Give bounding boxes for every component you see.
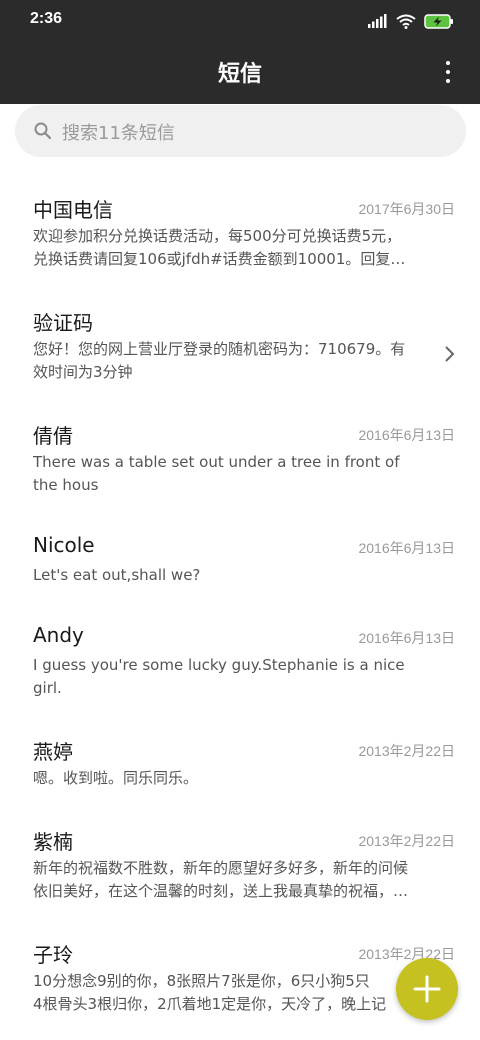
contact-name: Andy xyxy=(33,623,84,647)
conversation-item[interactable]: Nicole 2016年6月13日 Let's eat out,shall we… xyxy=(0,519,480,609)
message-preview: Let's eat out,shall we? xyxy=(33,564,438,587)
contact-name: Nicole xyxy=(33,533,95,557)
signal-icon xyxy=(368,14,387,28)
preview-line: 新年的祝福数不胜数，新年的愿望好多好多，新年的问候 xyxy=(33,859,409,877)
conversation-item[interactable]: 倩倩 2016年6月13日 There was a table set out … xyxy=(0,406,480,519)
contact-name: 燕婷 xyxy=(33,740,73,764)
page-title: 短信 xyxy=(217,62,262,87)
message-preview: There was a table set out under a tree i… xyxy=(33,451,438,497)
preview-line: 依旧美好，在这个温馨的时刻，送上我最真挚的祝福，… xyxy=(33,882,409,900)
more-vertical-icon-dot xyxy=(446,70,450,74)
more-vertical-icon-dot xyxy=(446,79,450,83)
message-date: 2017年6月30日 xyxy=(358,201,455,217)
preview-line: 欢迎参加积分兑换话费活动，每500分可兑换话费5元， xyxy=(33,227,402,245)
contact-name: 中国电信 xyxy=(33,198,113,222)
conversation-item[interactable]: 紫楠 2013年2月22日 新年的祝福数不胜数，新年的愿望好多好多，新年的问候 … xyxy=(0,812,480,925)
chevron-right-icon xyxy=(445,346,455,362)
contact-name: 验证码 xyxy=(33,311,93,335)
preview-line: Let's eat out,shall we? xyxy=(33,566,201,584)
message-date: 2016年6月13日 xyxy=(358,630,455,646)
search-input[interactable]: 搜索11条短信 xyxy=(62,119,175,145)
message-preview: 嗯。收到啦。同乐同乐。 xyxy=(33,767,438,790)
more-vertical-icon xyxy=(446,61,450,65)
message-preview: 新年的祝福数不胜数，新年的愿望好多好多，新年的问候 依旧美好，在这个温馨的时刻，… xyxy=(33,857,438,903)
plus-icon xyxy=(413,975,441,1003)
message-preview: 您好！您的网上营业厅登录的随机密码为：710679。有 效时间为3分钟 xyxy=(33,338,438,384)
search-icon xyxy=(34,122,52,140)
contact-name: 紫楠 xyxy=(33,830,73,854)
preview-line: girl. xyxy=(33,679,62,697)
preview-line: 10分想念9别的你，8张照片7张是你，6只小狗5只 xyxy=(33,972,370,990)
message-date: 2013年2月22日 xyxy=(358,833,455,849)
preview-line: I guess you're some lucky guy.Stephanie … xyxy=(33,656,405,674)
preview-line: the hous xyxy=(33,476,99,494)
conversation-item[interactable]: 验证码 您好！您的网上营业厅登录的随机密码为：710679。有 效时间为3分钟 xyxy=(0,293,480,406)
message-date: 2013年2月22日 xyxy=(358,743,455,759)
status-time: 2:36 xyxy=(30,10,63,27)
conversation-item[interactable]: 中国电信 2017年6月30日 欢迎参加积分兑换话费活动，每500分可兑换话费5… xyxy=(0,180,480,293)
wifi-icon xyxy=(396,14,416,29)
preview-line: 您好！您的网上营业厅登录的随机密码为：710679。有 xyxy=(33,340,406,358)
status-icons xyxy=(368,12,454,30)
more-options-button[interactable] xyxy=(438,56,458,88)
battery-charging-icon xyxy=(424,13,453,29)
status-bar: 2:36 xyxy=(0,0,480,40)
preview-line: 4根骨头3根归你，2爪着地1定是你，天冷了，晚上记 xyxy=(33,995,387,1013)
preview-line: 嗯。收到啦。同乐同乐。 xyxy=(33,769,199,787)
search-bar[interactable]: 搜索11条短信 xyxy=(15,105,466,157)
new-message-button[interactable] xyxy=(396,958,458,1020)
message-preview: 10分想念9别的你，8张照片7张是你，6只小狗5只 4根骨头3根归你，2爪着地1… xyxy=(33,970,438,1016)
preview-line: 效时间为3分钟 xyxy=(33,363,133,381)
conversation-item[interactable]: Andy 2016年6月13日 I guess you're some luck… xyxy=(0,609,480,722)
message-preview: I guess you're some lucky guy.Stephanie … xyxy=(33,654,438,700)
message-date: 2016年6月13日 xyxy=(358,427,455,443)
app-bar: 短信 xyxy=(0,40,480,104)
message-date: 2016年6月13日 xyxy=(358,540,455,556)
conversation-item[interactable]: 燕婷 2013年2月22日 嗯。收到啦。同乐同乐。 xyxy=(0,722,480,812)
preview-line: There was a table set out under a tree i… xyxy=(33,453,400,471)
preview-line: 兑换话费请回复106或jfdh#话费金额到10001。回复… xyxy=(33,250,406,268)
contact-name: 倩倩 xyxy=(33,424,73,448)
contact-name: 子玲 xyxy=(33,943,73,967)
message-preview: 欢迎参加积分兑换话费活动，每500分可兑换话费5元， 兑换话费请回复106或jf… xyxy=(33,225,438,271)
